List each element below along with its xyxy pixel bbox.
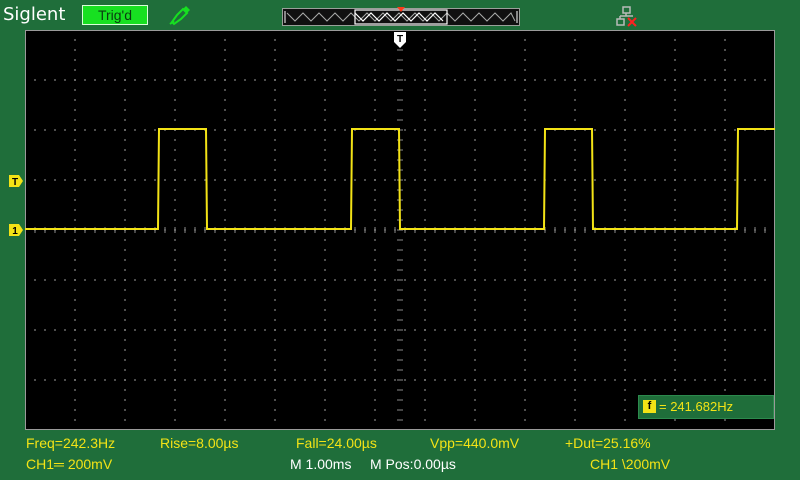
measure-vpp: Vpp=440.0mV — [430, 435, 520, 451]
brand-logo: Siglent — [3, 4, 66, 25]
measure-rise: Rise=8.00µs — [160, 435, 239, 451]
network-disconnected-icon — [615, 6, 639, 33]
channel1-marker-label: 1 — [12, 226, 18, 237]
top-bar: Siglent Trig'd — [0, 0, 800, 30]
measure-freq: Freq=242.3Hz — [26, 435, 116, 451]
frequency-icon: f — [643, 400, 656, 413]
trigger-setting: CH1 \200mV — [590, 456, 671, 472]
trigger-position-marker[interactable]: T — [393, 31, 407, 54]
trigger-status-badge: Trig'd — [82, 5, 148, 25]
trigger-level-marker[interactable]: T — [8, 174, 24, 193]
trigger-pointer-icon — [396, 0, 406, 18]
measure-fall: Fall=24.00µs — [296, 435, 377, 451]
trigger-level-label: T — [12, 177, 18, 188]
waveform-display[interactable] — [25, 30, 775, 430]
timebase: M 1.00ms — [290, 456, 352, 472]
pen-icon — [168, 4, 192, 31]
channel1-ground-marker[interactable]: 1 — [8, 223, 24, 242]
channel1-scale: CH1═ 200mV — [26, 456, 113, 472]
trigger-position-label: T — [397, 34, 403, 45]
frequency-counter-value: = 241.682Hz — [659, 399, 734, 414]
horizontal-position: M Pos:0.00µs — [370, 456, 456, 472]
frequency-counter: f = 241.682Hz — [638, 395, 774, 419]
measure-duty: +Dut=25.16% — [565, 435, 651, 451]
channel1-trace — [25, 128, 775, 230]
